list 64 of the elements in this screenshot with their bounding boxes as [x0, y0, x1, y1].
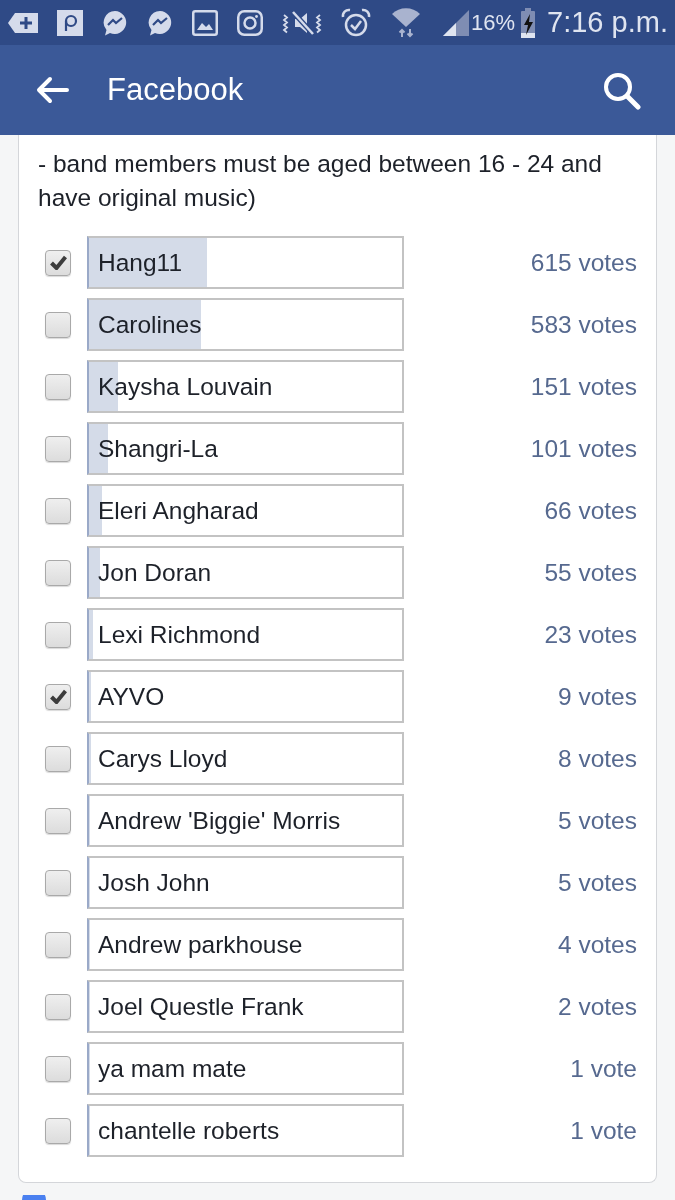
- poll-option[interactable]: Eleri Angharad: [87, 484, 404, 537]
- poll-option[interactable]: Kaysha Louvain: [87, 360, 404, 413]
- vote-count-link[interactable]: 66 votes: [544, 496, 637, 525]
- app-title: Facebook: [107, 72, 244, 108]
- poll-option[interactable]: Lexi Richmond: [87, 608, 404, 661]
- chat-bubble-icon: [147, 9, 173, 36]
- poll-option[interactable]: Andrew parkhouse: [87, 918, 404, 971]
- signal-icon: [441, 8, 471, 37]
- poll-option[interactable]: Carys Lloyd: [87, 732, 404, 785]
- wifi-icon: [390, 7, 422, 38]
- poll-option[interactable]: Jon Doran: [87, 546, 404, 599]
- checkbox[interactable]: [45, 869, 71, 896]
- muted-speaker-icon: [282, 9, 322, 36]
- checkmark-icon: [49, 689, 67, 704]
- poll-option[interactable]: AYVO: [87, 670, 404, 723]
- poll-description: - band members must be aged between 16 - 24 and have original music): [38, 149, 603, 213]
- checkbox[interactable]: [45, 373, 71, 400]
- back-arrow-icon[interactable]: [35, 76, 69, 104]
- alarm-clock-icon: [341, 7, 371, 38]
- vote-count-link[interactable]: 101 votes: [530, 434, 637, 463]
- poll-option[interactable]: Carolines: [87, 298, 404, 351]
- search-icon[interactable]: [601, 70, 641, 110]
- vote-count-link[interactable]: 4 votes: [558, 930, 637, 959]
- checkmark-icon: [49, 255, 67, 270]
- poll-option[interactable]: Joel Questle Frank: [87, 980, 404, 1033]
- poll-option[interactable]: ya mam mate: [87, 1042, 404, 1095]
- clock-time: 7:16 p.m.: [547, 6, 668, 39]
- vote-count-link[interactable]: 151 votes: [530, 372, 637, 401]
- vote-count-link[interactable]: 8 votes: [558, 744, 637, 773]
- camera-icon: [237, 9, 263, 36]
- battery-percent: 16%: [471, 9, 516, 36]
- plus-tag-icon: [8, 10, 38, 35]
- app-square-icon: [57, 9, 83, 36]
- checkbox[interactable]: [45, 559, 71, 586]
- image-icon: [192, 9, 218, 36]
- checkbox[interactable]: [45, 745, 71, 772]
- poll-option[interactable]: Hang11: [87, 236, 404, 289]
- poll-option[interactable]: chantelle roberts: [87, 1104, 404, 1157]
- vote-count-link[interactable]: 55 votes: [544, 558, 637, 587]
- vote-count-link[interactable]: 1 vote: [570, 1116, 637, 1145]
- checkbox[interactable]: [45, 621, 71, 648]
- chat-bubble-icon: [102, 9, 128, 36]
- checkbox[interactable]: [45, 497, 71, 524]
- vote-count-link[interactable]: 5 votes: [558, 868, 637, 897]
- checkbox[interactable]: [45, 435, 71, 462]
- vote-count-link[interactable]: 1 vote: [570, 1054, 637, 1083]
- poll-option[interactable]: Josh John: [87, 856, 404, 909]
- vote-count-link[interactable]: 583 votes: [530, 310, 637, 339]
- checkbox[interactable]: [45, 1055, 71, 1082]
- vote-count-link[interactable]: 5 votes: [558, 806, 637, 835]
- vote-count-link[interactable]: 615 votes: [530, 248, 637, 277]
- checkbox[interactable]: [45, 993, 71, 1020]
- battery-charging-icon: [519, 7, 538, 38]
- vote-count-link[interactable]: 23 votes: [544, 620, 637, 649]
- poll-option[interactable]: Shangri-La: [87, 422, 404, 475]
- checkbox[interactable]: [45, 1117, 71, 1144]
- checkbox[interactable]: [45, 311, 71, 338]
- poll-option[interactable]: Andrew 'Biggie' Morris: [87, 794, 404, 847]
- vote-count-link[interactable]: 2 votes: [558, 992, 637, 1021]
- checkbox[interactable]: [45, 807, 71, 834]
- vote-count-link[interactable]: 9 votes: [558, 682, 637, 711]
- checkbox[interactable]: [45, 931, 71, 958]
- checkbox[interactable]: [45, 249, 71, 276]
- checkbox[interactable]: [45, 683, 71, 710]
